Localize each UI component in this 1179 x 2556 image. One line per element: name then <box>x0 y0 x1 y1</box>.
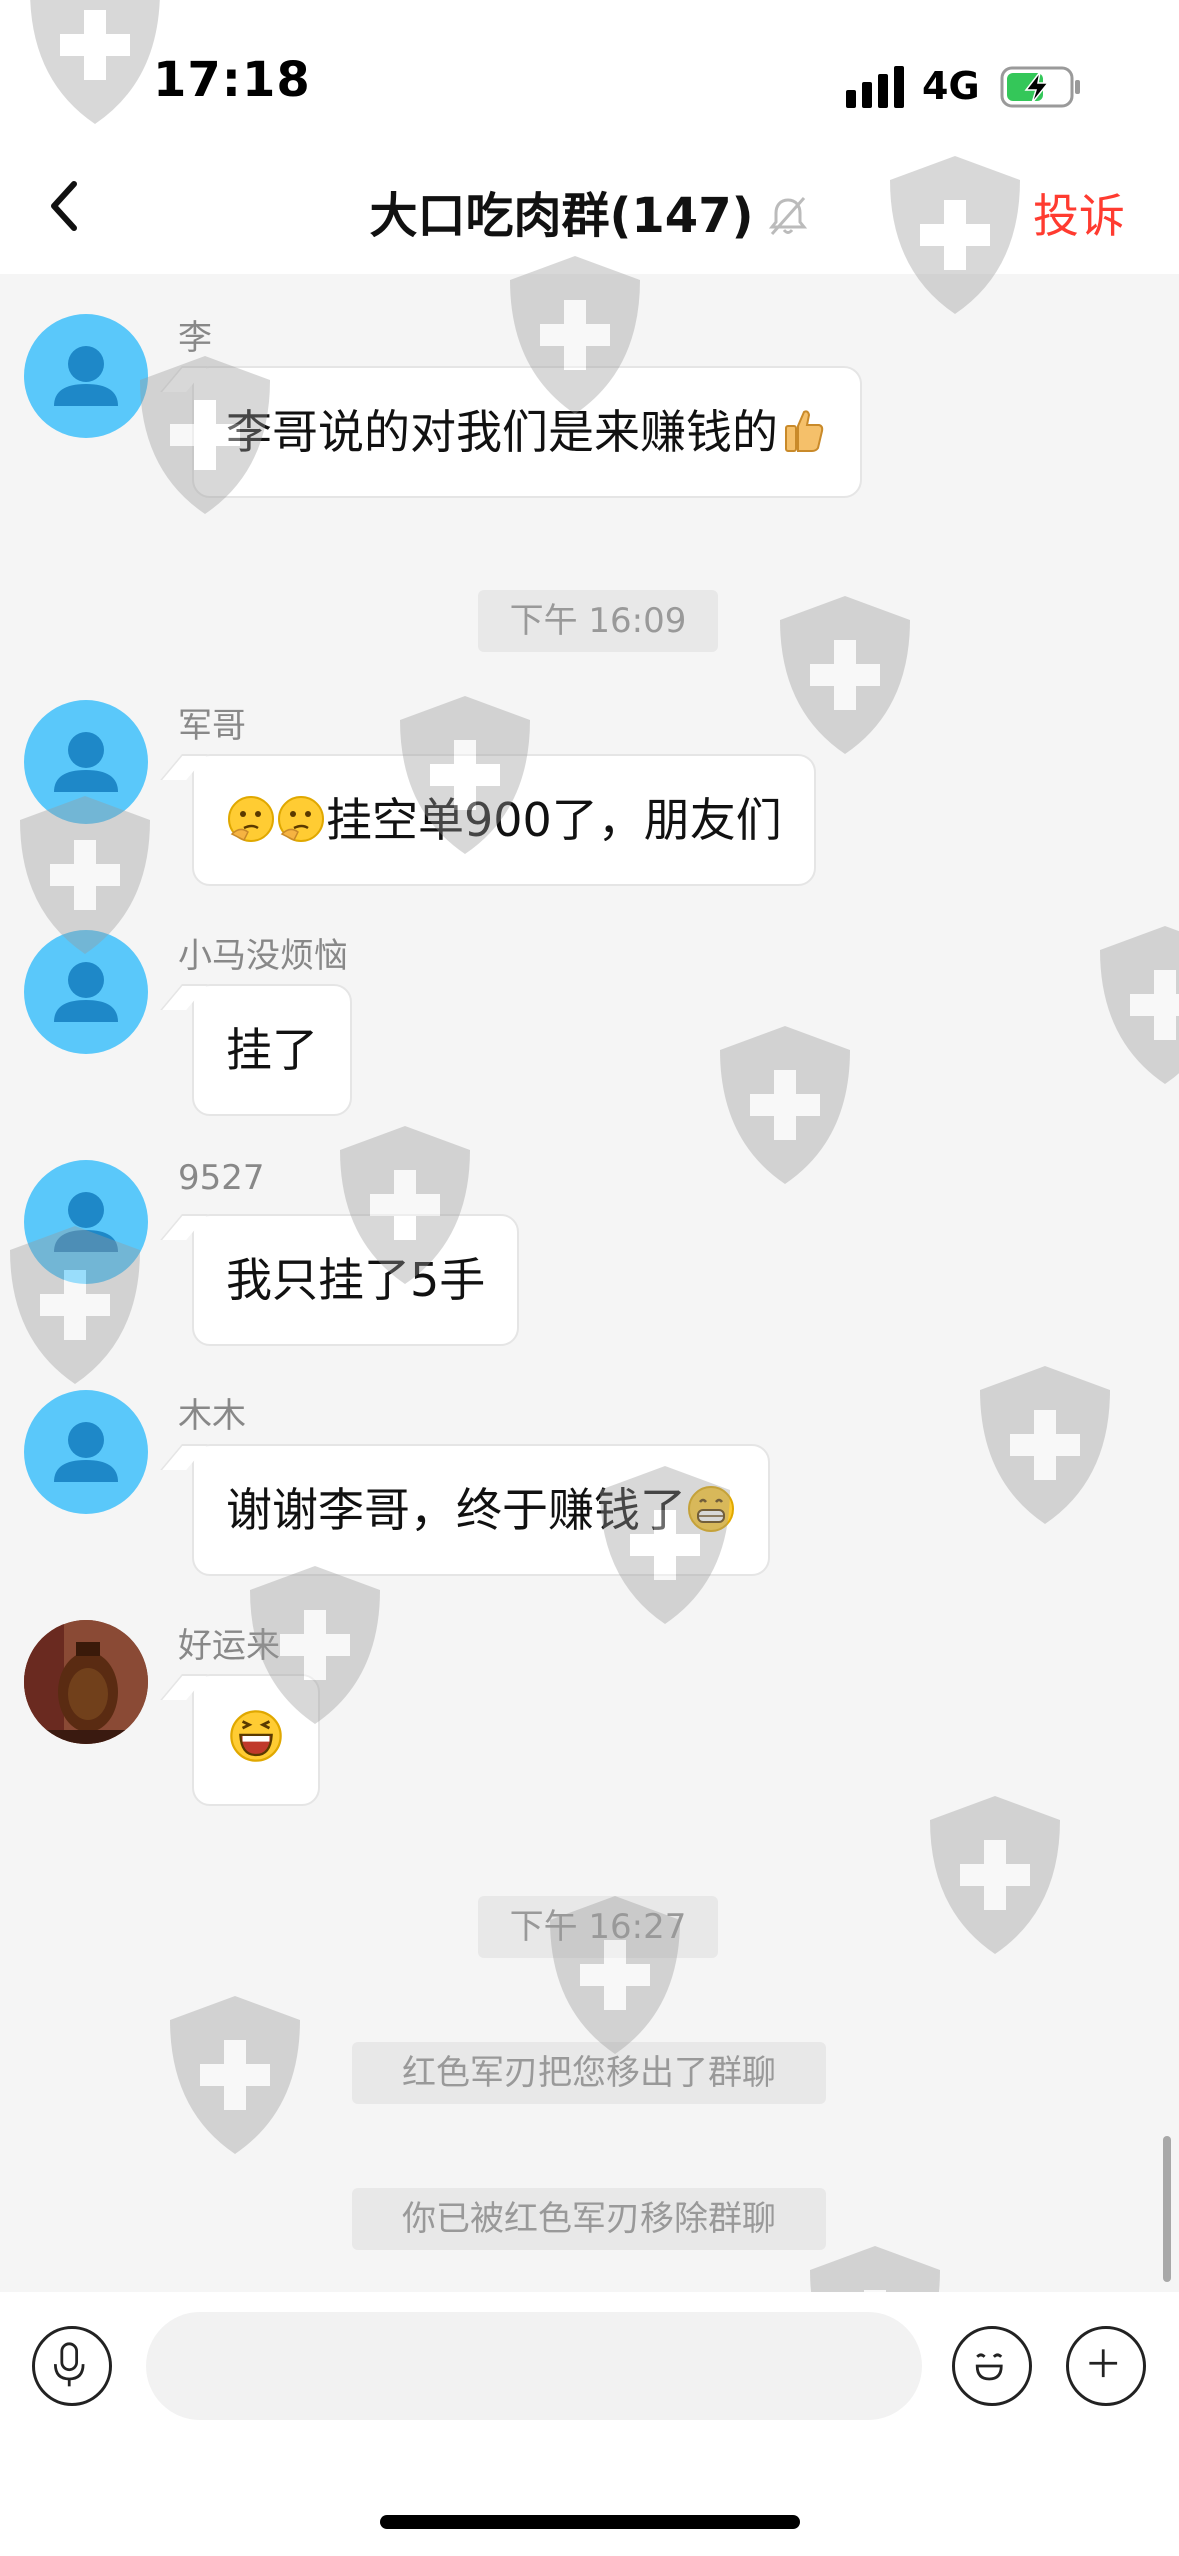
sender-name: 小马没烦恼 <box>178 936 348 976</box>
complain-button[interactable]: 投诉 <box>1033 180 1125 246</box>
battery-charging-icon <box>1000 66 1080 108</box>
message-bubble[interactable]: 挂空单900了，朋友们 <box>192 754 816 886</box>
avatar[interactable] <box>24 1160 148 1284</box>
avatar[interactable] <box>24 930 148 1054</box>
message-text: 李哥说的对我们是来赚钱的 <box>226 405 778 459</box>
avatar[interactable] <box>24 1390 148 1514</box>
message-list[interactable]: 李 李哥说的对我们是来赚钱的 下午 16:09 军哥 挂空单900了，朋友们 小… <box>0 274 1179 2292</box>
message-bubble[interactable]: 我只挂了5手 <box>192 1214 520 1346</box>
message-text: 挂空单900了，朋友们 <box>326 793 782 847</box>
system-message: 红色军刃把您移出了群聊 <box>352 2042 826 2104</box>
voice-button[interactable] <box>32 2326 112 2406</box>
signal-icon <box>846 66 904 108</box>
sender-name: 9527 <box>178 1158 265 1198</box>
plus-button[interactable] <box>1066 2326 1146 2406</box>
message-bubble[interactable]: 李哥说的对我们是来赚钱的 <box>192 366 862 498</box>
emoji-icon <box>975 2353 1003 2381</box>
scrollbar-thumb[interactable] <box>1163 2136 1171 2282</box>
home-indicator[interactable] <box>380 2515 800 2529</box>
avatar-photo[interactable] <box>24 1620 148 1744</box>
message-bubble[interactable] <box>192 1674 320 1806</box>
status-time: 17:18 <box>153 52 311 108</box>
status-bar: 17:18 4G <box>0 0 1179 140</box>
sender-name: 木木 <box>178 1396 246 1436</box>
system-message: 你已被红色军刃移除群聊 <box>352 2188 826 2250</box>
microphone-icon <box>53 2342 85 2387</box>
avatar[interactable] <box>24 314 148 438</box>
plus-icon <box>1089 2349 1118 2378</box>
thumbs-up-emoji <box>785 410 824 452</box>
timestamp: 下午 16:09 <box>478 590 718 652</box>
network-type: 4G <box>922 64 980 108</box>
mute-bell-icon <box>768 197 807 235</box>
sender-name: 军哥 <box>178 706 246 746</box>
message-text: 我只挂了5手 <box>226 1253 486 1307</box>
emoji-button[interactable] <box>952 2326 1032 2406</box>
message-text: 挂了 <box>226 1023 318 1077</box>
message-bubble[interactable]: 挂了 <box>192 984 352 1116</box>
title-wrap: 大口吃肉群(147) <box>0 176 1179 244</box>
sender-name: 李 <box>178 318 212 358</box>
message-bubble[interactable]: 谢谢李哥，终于赚钱了 <box>192 1444 770 1576</box>
laughing-face-emoji <box>230 1710 282 1762</box>
message-input[interactable] <box>146 2312 922 2420</box>
thinking-face-emoji <box>278 796 324 842</box>
sender-name: 好运来 <box>178 1626 280 1666</box>
chat-header: 大口吃肉群(147) 投诉 <box>0 140 1179 274</box>
grinning-face-emoji <box>688 1486 734 1532</box>
message-text: 谢谢李哥，终于赚钱了 <box>226 1483 686 1537</box>
timestamp: 下午 16:27 <box>478 1896 718 1958</box>
thinking-face-emoji <box>228 796 274 842</box>
avatar[interactable] <box>24 700 148 824</box>
group-title: 大口吃肉群(147) <box>369 188 754 244</box>
